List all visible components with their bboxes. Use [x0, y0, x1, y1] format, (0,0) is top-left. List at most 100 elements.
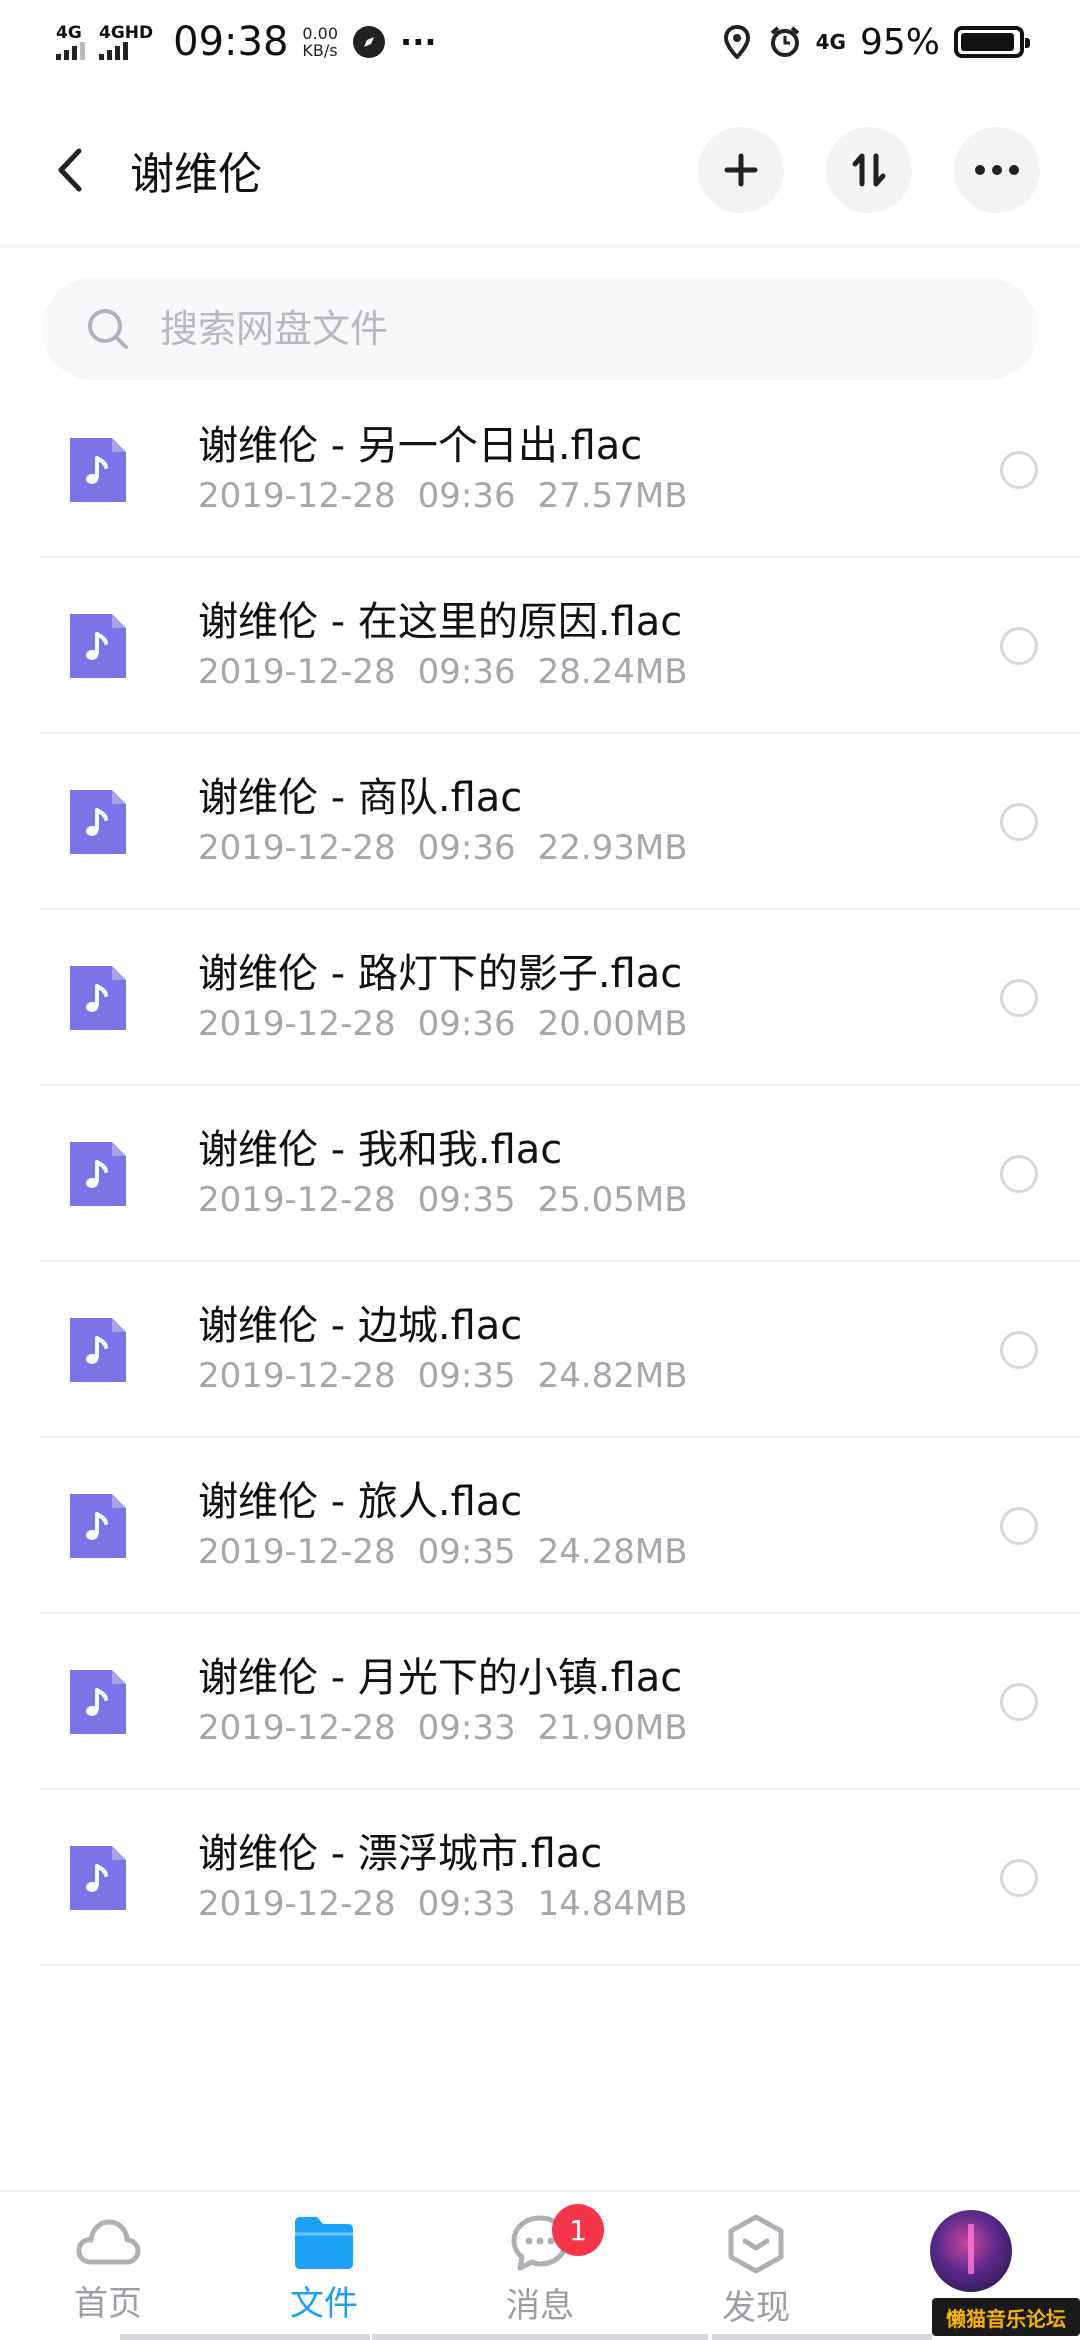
select-checkbox[interactable] [1000, 803, 1038, 841]
file-meta: 2019-12-28 09:36 28.24MB [198, 649, 1000, 695]
avatar[interactable] [930, 2210, 1012, 2292]
signal-bars-2-icon [99, 42, 128, 60]
file-meta: 2019-12-28 09:35 24.28MB [198, 1529, 1000, 1575]
file-size: 24.82MB [537, 1356, 688, 1396]
tab-bar: 首页 文件 1 消息 发现 [0, 2190, 1080, 2340]
signal-1: 4G [56, 24, 85, 60]
compass-icon [352, 25, 386, 59]
select-checkbox[interactable] [1000, 1683, 1038, 1721]
signal-2: 4GHD [99, 24, 153, 60]
file-meta: 2019-12-28 09:36 27.57MB [198, 473, 1000, 519]
more-notifications-icon: ··· [400, 23, 437, 61]
file-time: 09:36 [417, 828, 516, 868]
tab-home[interactable]: 首页 [48, 2214, 168, 2325]
select-checkbox[interactable] [1000, 1507, 1038, 1545]
plus-icon [724, 153, 758, 187]
network-type-2: 4GHD [99, 23, 154, 43]
file-meta: 2019-12-28 09:35 25.05MB [198, 1177, 1000, 1223]
file-row[interactable]: 谢维伦 - 在这里的原因.flac 2019-12-28 09:36 28.24… [0, 558, 1080, 734]
search-icon [88, 309, 128, 349]
file-row[interactable]: 谢维伦 - 商队.flac 2019-12-28 09:36 22.93MB [0, 734, 1080, 910]
file-text: 谢维伦 - 边城.flac 2019-12-28 09:35 24.82MB [198, 1301, 1000, 1399]
file-name: 谢维伦 - 商队.flac [198, 775, 523, 821]
music-file-icon [70, 438, 126, 502]
speed-value: 0.00 [302, 24, 339, 43]
file-date: 2019-12-28 [198, 1180, 396, 1220]
file-name: 谢维伦 - 在这里的原因.flac [198, 599, 683, 645]
select-checkbox[interactable] [1000, 1859, 1038, 1897]
file-time: 09:36 [417, 476, 516, 516]
file-size: 25.05MB [537, 1180, 688, 1220]
file-text: 谢维伦 - 另一个日出.flac 2019-12-28 09:36 27.57M… [198, 421, 1000, 519]
tab-discover[interactable]: 发现 [696, 2214, 816, 2329]
battery-fill [961, 33, 1015, 51]
tab-messages-label: 消息 [506, 2286, 574, 2326]
file-name: 谢维伦 - 月光下的小镇.flac [198, 1655, 683, 1701]
music-file-icon [70, 1846, 126, 1910]
file-row[interactable]: 谢维伦 - 另一个日出.flac 2019-12-28 09:36 27.57M… [0, 382, 1080, 558]
location-icon [720, 25, 754, 59]
file-row[interactable]: 谢维伦 - 边城.flac 2019-12-28 09:35 24.82MB [0, 1262, 1080, 1438]
select-checkbox[interactable] [1000, 451, 1038, 489]
home-indicator-mid [372, 2334, 708, 2340]
more-button[interactable] [954, 127, 1040, 213]
file-name: 谢维伦 - 边城.flac [198, 1303, 523, 1349]
file-row[interactable]: 谢维伦 - 旅人.flac 2019-12-28 09:35 24.28MB [0, 1438, 1080, 1614]
file-time: 09:35 [417, 1180, 516, 1220]
network-type-right: 4G [815, 30, 846, 54]
file-row[interactable]: 谢维伦 - 月光下的小镇.flac 2019-12-28 09:33 21.90… [0, 1614, 1080, 1790]
header-divider [0, 244, 1080, 248]
music-file-icon [70, 1318, 126, 1382]
file-meta: 2019-12-28 09:33 14.84MB [198, 1881, 1000, 1927]
select-checkbox[interactable] [1000, 627, 1038, 665]
speed-unit: KB/s [302, 41, 338, 60]
file-date: 2019-12-28 [198, 1708, 396, 1748]
battery-icon [954, 26, 1030, 58]
status-bar: 4G 4GHD 09:38 0.00 KB/s ··· 4G 95% [0, 0, 1080, 84]
file-name: 谢维伦 - 我和我.flac [198, 1127, 563, 1173]
music-file-icon [70, 966, 126, 1030]
file-row[interactable]: 谢维伦 - 我和我.flac 2019-12-28 09:35 25.05MB [0, 1086, 1080, 1262]
music-file-icon [70, 1670, 126, 1734]
music-file-icon [70, 1142, 126, 1206]
status-left: 4G 4GHD 09:38 0.00 KB/s ··· [56, 19, 437, 65]
file-name: 谢维伦 - 另一个日出.flac [198, 423, 643, 469]
select-checkbox[interactable] [1000, 1331, 1038, 1369]
select-checkbox[interactable] [1000, 1155, 1038, 1193]
more-icon [975, 165, 1019, 175]
tab-discover-label: 发现 [722, 2288, 790, 2328]
file-meta: 2019-12-28 09:33 21.90MB [198, 1705, 1000, 1751]
file-size: 22.93MB [537, 828, 688, 868]
home-indicator-right [712, 2334, 932, 2340]
file-size: 14.84MB [537, 1884, 688, 1924]
messages-badge: 1 [552, 2204, 604, 2256]
add-button[interactable] [698, 127, 784, 213]
file-text: 谢维伦 - 路灯下的影子.flac 2019-12-28 09:36 20.00… [198, 949, 1000, 1047]
file-row[interactable]: 谢维伦 - 漂浮城市.flac 2019-12-28 09:33 14.84MB [0, 1790, 1080, 1966]
file-row[interactable]: 谢维伦 - 路灯下的影子.flac 2019-12-28 09:36 20.00… [0, 910, 1080, 1086]
file-text: 谢维伦 - 我和我.flac 2019-12-28 09:35 25.05MB [198, 1125, 1000, 1223]
tab-messages[interactable]: 1 消息 [480, 2204, 604, 2327]
back-button[interactable] [46, 138, 94, 202]
sort-icon [852, 153, 886, 187]
tab-home-label: 首页 [74, 2284, 142, 2324]
tab-files[interactable]: 文件 [264, 2214, 384, 2325]
file-time: 09:35 [417, 1532, 516, 1572]
file-date: 2019-12-28 [198, 1884, 396, 1924]
network-speed: 0.00 KB/s [302, 25, 338, 59]
network-type-1: 4G [56, 23, 82, 43]
tab-files-label: 文件 [290, 2284, 358, 2324]
file-text: 谢维伦 - 漂浮城市.flac 2019-12-28 09:33 14.84MB [198, 1829, 1000, 1927]
sort-button[interactable] [826, 127, 912, 213]
header: 谢维伦 [0, 100, 1080, 240]
file-text: 谢维伦 - 旅人.flac 2019-12-28 09:35 24.28MB [198, 1477, 1000, 1575]
file-time: 09:33 [417, 1708, 516, 1748]
select-checkbox[interactable] [1000, 979, 1038, 1017]
file-time: 09:35 [417, 1356, 516, 1396]
folder-icon [295, 2217, 353, 2269]
music-file-icon [70, 1494, 126, 1558]
search-bar[interactable] [42, 278, 1038, 380]
file-date: 2019-12-28 [198, 652, 396, 692]
search-input[interactable] [158, 306, 962, 352]
music-file-icon [70, 790, 126, 854]
